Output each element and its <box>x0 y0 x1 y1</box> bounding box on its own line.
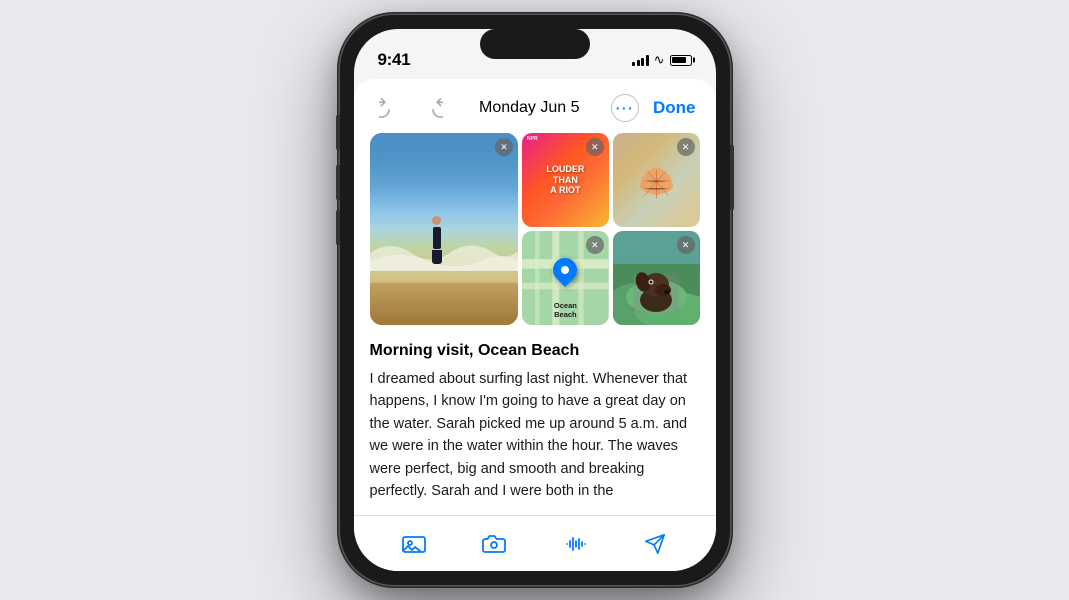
battery-icon <box>670 55 692 66</box>
audio-button[interactable] <box>557 526 593 562</box>
note-title: Morning visit, Ocean Beach <box>370 341 700 362</box>
shell-image[interactable]: ✕ <box>613 133 700 227</box>
phone-screen: 9:41 ∿ <box>354 29 716 571</box>
dynamic-island <box>480 29 590 59</box>
app-content: Monday Jun 5 ··· Done <box>354 79 716 571</box>
dog-image[interactable]: ✕ <box>613 231 700 325</box>
more-options-button[interactable]: ··· <box>611 94 639 122</box>
dog-close-button[interactable]: ✕ <box>677 236 695 254</box>
images-grid: ✕ NPR LOUDERTHANA RIOT ✕ ✕ <box>354 133 716 337</box>
undo-button[interactable] <box>374 93 404 123</box>
wifi-icon: ∿ <box>654 52 665 68</box>
share-button[interactable] <box>637 526 673 562</box>
map-image[interactable]: OceanBeach ✕ <box>522 231 609 325</box>
camera-button[interactable] <box>476 526 512 562</box>
status-time: 9:41 <box>378 50 411 70</box>
surfer-image[interactable]: ✕ <box>370 133 519 325</box>
bottom-toolbar <box>354 515 716 571</box>
map-close-button[interactable]: ✕ <box>586 236 604 254</box>
note-date-title: Monday Jun 5 <box>448 99 612 117</box>
signal-icon <box>632 54 649 66</box>
gallery-button[interactable] <box>396 526 432 562</box>
podcast-image[interactable]: NPR LOUDERTHANA RIOT ✕ <box>522 133 609 227</box>
done-button[interactable]: Done <box>653 98 696 118</box>
note-body[interactable]: Morning visit, Ocean Beach I dreamed abo… <box>354 337 716 515</box>
redo-button[interactable] <box>418 93 448 123</box>
header-left <box>374 93 448 123</box>
ellipsis-icon: ··· <box>616 100 635 116</box>
status-icons: ∿ <box>632 52 691 68</box>
shell-close-button[interactable]: ✕ <box>677 138 695 156</box>
podcast-close-button[interactable]: ✕ <box>586 138 604 156</box>
phone-frame: 9:41 ∿ <box>340 15 730 585</box>
note-header: Monday Jun 5 ··· Done <box>354 79 716 133</box>
surfer-close-button[interactable]: ✕ <box>495 138 513 156</box>
note-text: I dreamed about surfing last night. When… <box>370 368 700 503</box>
header-right: ··· Done <box>611 94 696 122</box>
